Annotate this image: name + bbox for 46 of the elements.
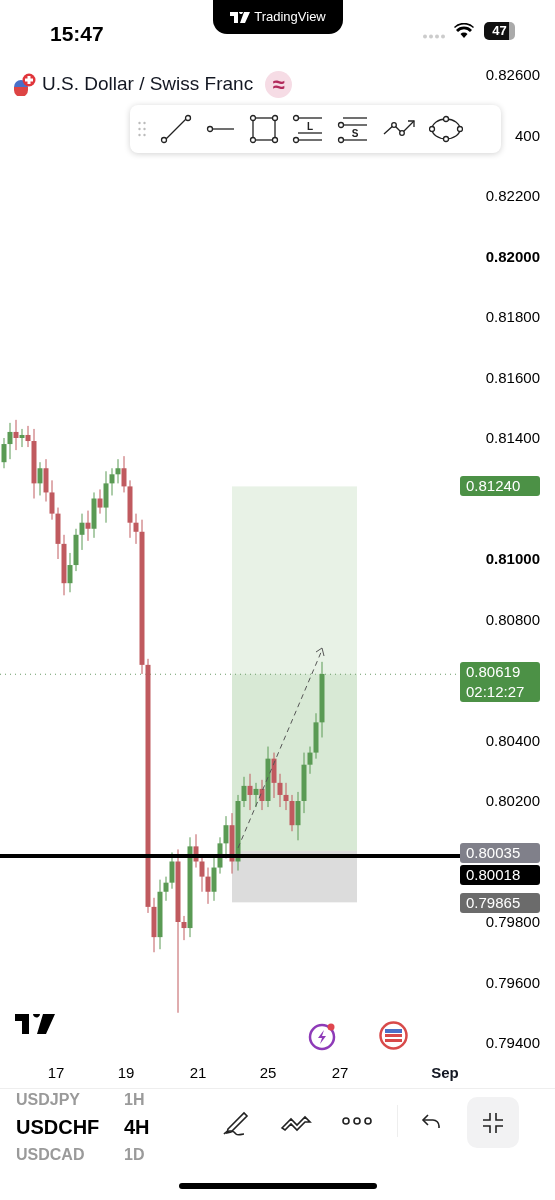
- price-label: 0.79400: [485, 1033, 540, 1053]
- rectangle-icon[interactable]: [249, 114, 279, 144]
- price-tag: 0.79865: [460, 893, 540, 913]
- price-label: 0.80800: [485, 609, 540, 630]
- trend-line-icon[interactable]: [159, 114, 193, 144]
- price-label: 0.79800: [485, 912, 540, 932]
- symbol-option[interactable]: USDCHF: [16, 1110, 100, 1144]
- logo-icon: [230, 11, 251, 23]
- time-label: 21: [189, 1063, 207, 1083]
- price-label: 0.80200: [485, 791, 540, 811]
- timeframe-option[interactable]: 4H: [124, 1110, 150, 1144]
- signal-icon: [423, 34, 445, 39]
- collapse-icon: [481, 1110, 505, 1135]
- price-tag: 0.81240: [460, 476, 540, 496]
- ellipse-icon[interactable]: [429, 114, 463, 144]
- price-label: 0.81800: [485, 307, 540, 327]
- drag-handle-icon[interactable]: [138, 121, 146, 137]
- wifi-icon: [454, 23, 474, 38]
- price-label: 0.81600: [485, 367, 540, 388]
- price-tag: 0.80035: [460, 843, 540, 863]
- market-badge: ≈: [265, 70, 293, 98]
- collapse-button[interactable]: [467, 1097, 519, 1148]
- price-label: 0.79600: [485, 972, 540, 993]
- price-label: 400: [514, 125, 540, 146]
- price-label: 0.81400: [485, 428, 540, 448]
- flag-icon[interactable]: [379, 1021, 408, 1050]
- time-label: 19: [117, 1063, 135, 1083]
- time-label: 27: [331, 1063, 349, 1083]
- price-label: 0.82600: [485, 65, 540, 85]
- time-label: 17: [47, 1063, 65, 1083]
- flag-pair-icon: [12, 72, 36, 97]
- status-time: 15:47: [50, 21, 104, 47]
- lightning-icon[interactable]: [308, 1021, 338, 1051]
- battery-icon: 47: [484, 22, 515, 40]
- logo-icon: [15, 1014, 55, 1034]
- price-label: 0.82000: [485, 246, 540, 267]
- app-pill: TradingView: [213, 0, 343, 34]
- more-icon[interactable]: [342, 1116, 372, 1126]
- time-label: 25: [259, 1063, 277, 1083]
- price-label: 0.81000: [485, 549, 540, 569]
- price-tag: 0.80018: [460, 865, 540, 885]
- price-label: 0.82200: [485, 186, 540, 206]
- price-label: 0.80400: [485, 730, 540, 751]
- price-tag: 0.80619 02:12:27: [460, 662, 540, 702]
- symbol-title: U.S. Dollar / Swiss Franc: [42, 72, 254, 96]
- time-label: Sep: [431, 1063, 459, 1083]
